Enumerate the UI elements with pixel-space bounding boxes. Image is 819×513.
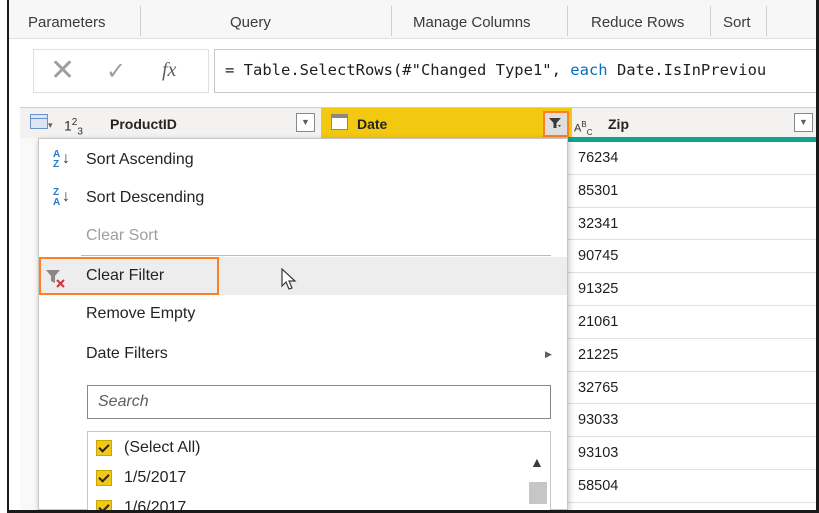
column-headers: ▾ 123 ProductID ▼ Date ABC Zip ▼ xyxy=(20,107,816,139)
chevron-down-icon[interactable]: ▾ xyxy=(48,120,53,130)
row-number-column xyxy=(20,138,39,510)
table-cell[interactable]: 32765 xyxy=(568,372,816,405)
date-column-label: Date xyxy=(357,116,388,132)
table-cell[interactable]: 85301 xyxy=(568,175,816,208)
formula-keyword: each xyxy=(570,61,608,79)
zip-column-cells: 76234 85301 32341 90745 91325 21061 2122… xyxy=(568,142,816,503)
x-icon[interactable]: ✕ xyxy=(50,54,75,88)
formula-suffix: Date.IsInPreviou xyxy=(607,61,767,79)
ribbon-group-parameters[interactable]: Parameters xyxy=(28,14,106,32)
column-header-zip[interactable]: ABC Zip ▼ xyxy=(568,108,816,138)
mouse-cursor-icon xyxy=(281,268,297,290)
formula-bar: ✕ ✓ fx = Table.SelectRows(#"Changed Type… xyxy=(9,43,817,99)
table-cell[interactable]: 32341 xyxy=(568,208,816,241)
menu-item-label: Clear Sort xyxy=(86,227,159,244)
sort-descending-icon: Z A ↓ xyxy=(53,187,70,208)
search-field[interactable] xyxy=(87,385,551,419)
chevron-up-icon[interactable]: ▲ xyxy=(530,454,544,470)
calendar-icon[interactable] xyxy=(331,114,348,130)
zip-column-label: Zip xyxy=(608,116,629,132)
sort-ascending-icon: A Z ↓ xyxy=(53,149,70,170)
menu-item-sort-ascending[interactable]: A Z ↓ Sort Ascending xyxy=(39,141,567,179)
ribbon-separator xyxy=(710,6,711,36)
table-cell[interactable]: 58504 xyxy=(568,470,816,503)
menu-item-label: Sort Descending xyxy=(86,189,205,206)
fx-label[interactable]: fx xyxy=(162,58,176,82)
table-cell[interactable]: 93103 xyxy=(568,437,816,470)
scrollbar-thumb[interactable] xyxy=(529,482,547,504)
ribbon-separator xyxy=(140,6,141,36)
window-border xyxy=(7,0,9,513)
ribbon-group-sort[interactable]: Sort xyxy=(723,14,751,32)
menu-item-sort-descending[interactable]: Z A ↓ Sort Descending xyxy=(39,179,567,217)
checklist-item-label: 1/6/2017 xyxy=(124,499,187,511)
table-cell[interactable]: 91325 xyxy=(568,273,816,306)
search-input[interactable] xyxy=(96,386,540,418)
ribbon-separator xyxy=(391,6,392,36)
formula-text: = Table.SelectRows(#"Changed Type1", eac… xyxy=(225,60,766,80)
clear-filter-highlight xyxy=(39,257,219,295)
ribbon-separator xyxy=(567,6,568,36)
checklist-scrollbar[interactable]: ▲ xyxy=(526,432,550,511)
menu-item-label: Date Filters xyxy=(86,345,168,362)
column-filter-menu: A Z ↓ Sort Ascending Z A ↓ Sort Descending C… xyxy=(38,138,568,511)
filter-icon xyxy=(549,118,561,128)
menu-item-label: Sort Ascending xyxy=(86,151,194,168)
checklist-item-label: (Select All) xyxy=(124,439,201,456)
productid-dropdown-button[interactable]: ▼ xyxy=(296,113,315,132)
ribbon-separator xyxy=(766,6,767,36)
menu-item-clear-sort: Clear Sort xyxy=(39,217,567,255)
table-cell[interactable]: 21225 xyxy=(568,339,816,372)
table-cell[interactable]: 76234 xyxy=(568,142,816,175)
checklist-item-label: 1/5/2017 xyxy=(124,469,187,486)
column-header-date[interactable]: Date xyxy=(321,108,572,138)
menu-divider xyxy=(81,255,551,256)
value-checklist: (Select All) 1/5/2017 1/6/2017 ▲ xyxy=(87,431,551,511)
formula-prefix: = Table.SelectRows(#"Changed Type1", xyxy=(225,61,571,79)
chevron-right-icon: ▶ xyxy=(545,349,552,359)
table-cell[interactable]: 93033 xyxy=(568,404,816,438)
table-cell[interactable]: 21061 xyxy=(568,306,816,339)
checkbox-checked-icon[interactable] xyxy=(96,440,112,456)
menu-item-date-filters[interactable]: Date Filters ▶ xyxy=(39,335,567,373)
ribbon-group-query[interactable]: Query xyxy=(230,14,271,32)
menu-item-remove-empty[interactable]: Remove Empty xyxy=(39,295,567,333)
date-filter-button[interactable] xyxy=(543,111,569,137)
formula-bar-buttons: ✕ ✓ fx xyxy=(33,49,209,93)
formula-input[interactable]: = Table.SelectRows(#"Changed Type1", eac… xyxy=(214,49,817,93)
checkbox-checked-icon[interactable] xyxy=(96,470,112,486)
menu-item-label: Remove Empty xyxy=(86,305,196,322)
check-icon[interactable]: ✓ xyxy=(106,57,126,85)
power-query-editor: Parameters Query Manage Columns Reduce R… xyxy=(0,0,819,513)
table-cell[interactable]: 90745 xyxy=(568,240,816,274)
zip-dropdown-button[interactable]: ▼ xyxy=(794,113,813,132)
table-icon[interactable] xyxy=(30,114,48,129)
ribbon: Parameters Query Manage Columns Reduce R… xyxy=(9,0,816,39)
column-header-productid[interactable]: ProductID xyxy=(110,115,177,133)
ribbon-group-reduce-rows[interactable]: Reduce Rows xyxy=(591,14,684,32)
ribbon-group-manage-columns[interactable]: Manage Columns xyxy=(413,14,531,32)
